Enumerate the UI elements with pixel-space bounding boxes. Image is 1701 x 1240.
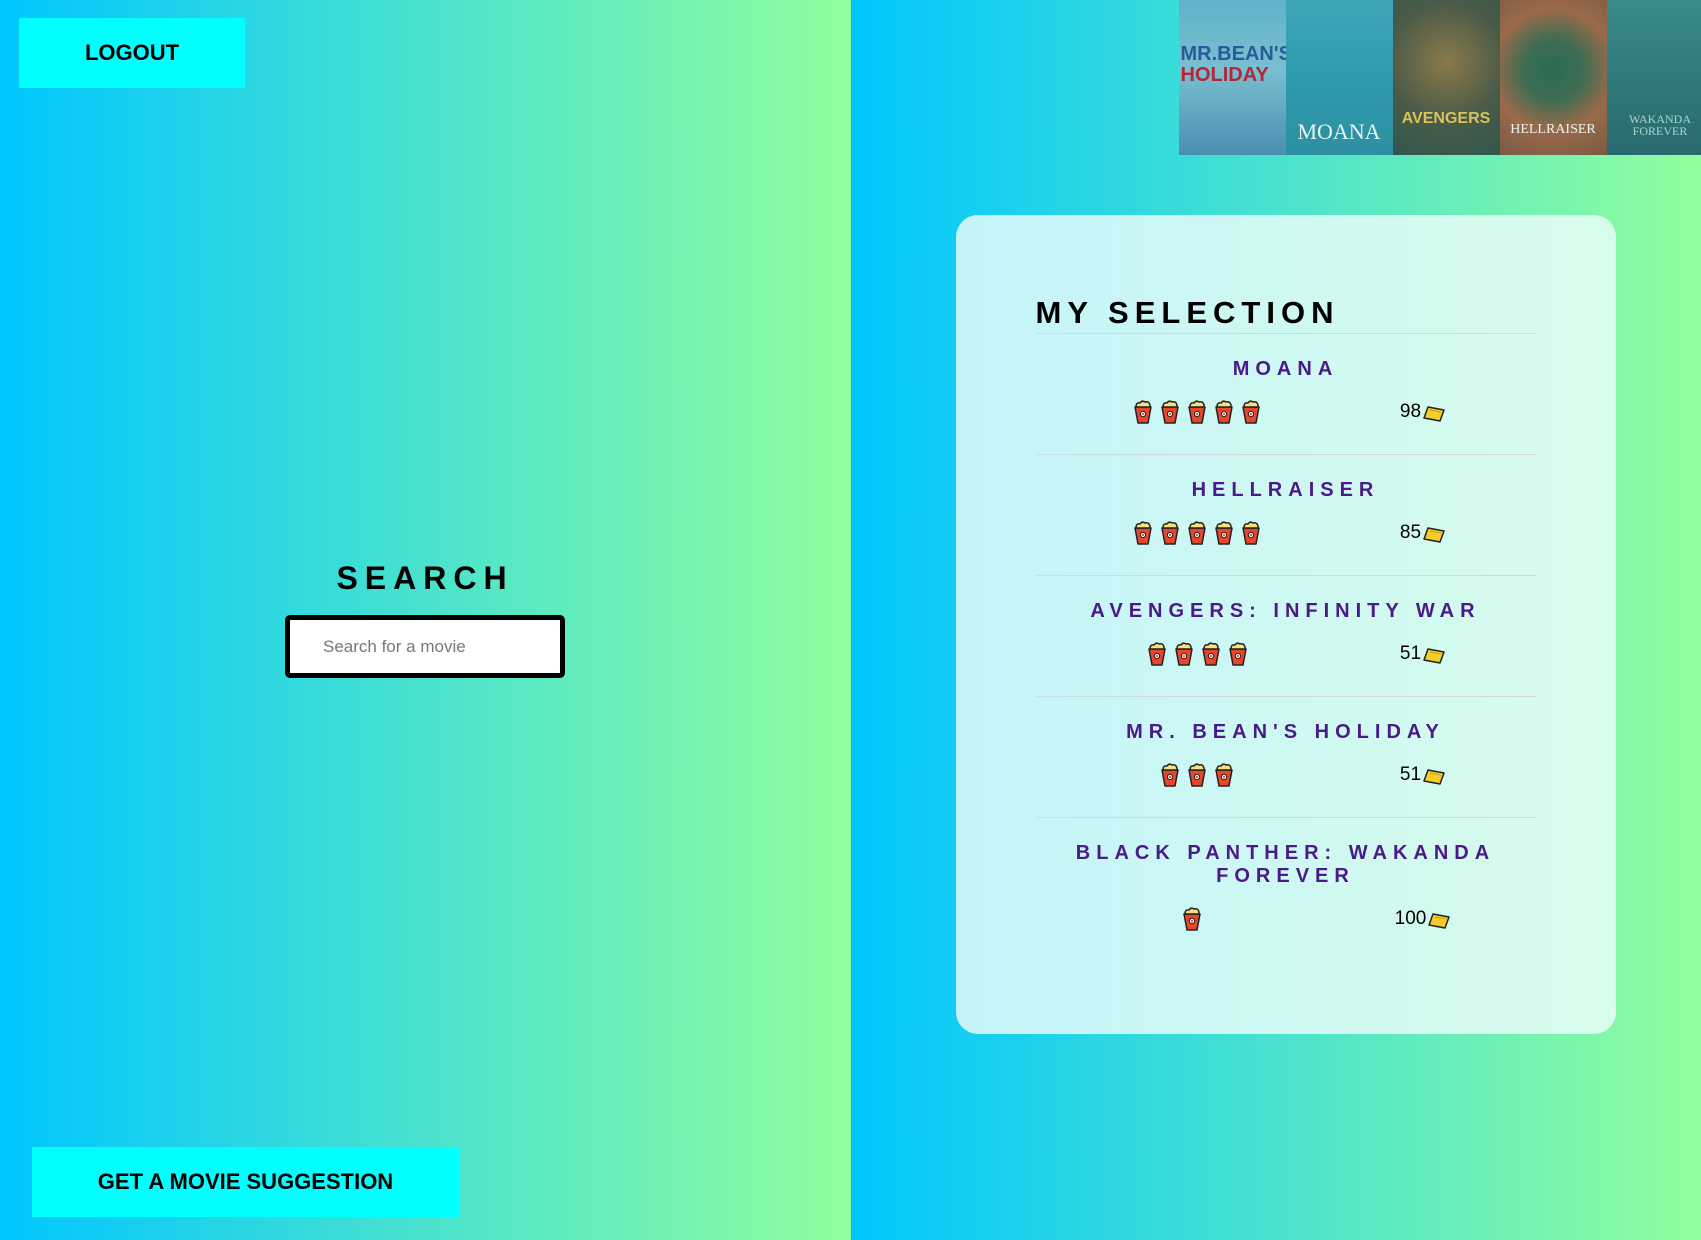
score-value: 51 (1399, 643, 1422, 664)
popcorn-icon (1160, 521, 1180, 545)
app-root: LOGOUT SEARCH GET A MOVIE SUGGESTION MR.… (0, 0, 1701, 1240)
popcorn-rating (1125, 642, 1270, 666)
poster-title: WAKANDA FOREVER (1629, 112, 1691, 138)
movie-meta-row: 85 (1036, 519, 1536, 547)
popcorn-icon (1174, 642, 1194, 666)
popcorn-icon (1214, 400, 1234, 424)
ticket-icon (1422, 768, 1446, 786)
poster-mr-beans-holiday[interactable]: MR.BEAN'S HOLIDAY (1178, 0, 1286, 155)
ticket-icon (1422, 526, 1446, 544)
poster-wakanda-forever[interactable]: WAKANDA FOREVER (1606, 0, 1701, 155)
search-section: SEARCH (285, 560, 565, 678)
movie-item[interactable]: MOANA 98 (1035, 334, 1536, 455)
movie-item[interactable]: BLACK PANTHER: WAKANDA FOREVER 100 (1036, 818, 1536, 933)
popcorn-icon (1241, 521, 1261, 545)
movie-item[interactable]: HELLRAISER 85 (1035, 455, 1536, 576)
score-value: 98 (1399, 401, 1422, 422)
ticket-icon (1422, 647, 1446, 665)
selection-pane: MR.BEAN'S HOLIDAY MOANA AVENGERS HELLRAI… (850, 0, 1701, 1240)
poster-hellraiser[interactable]: HELLRAISER (1499, 0, 1607, 155)
popcorn-rating (1125, 521, 1270, 545)
movie-item[interactable]: AVENGERS: INFINITY WAR 51 (1035, 576, 1536, 697)
search-pane: LOGOUT SEARCH GET A MOVIE SUGGESTION (0, 0, 851, 1240)
movie-meta-row: 100 (1036, 905, 1536, 933)
popcorn-icon (1133, 400, 1153, 424)
poster-title: MOANA (1297, 119, 1381, 144)
popcorn-icon (1147, 642, 1167, 666)
movie-title: BLACK PANTHER: WAKANDA FOREVER (1075, 842, 1496, 887)
popcorn-icon (1160, 763, 1180, 787)
popcorn-icon (1182, 907, 1202, 931)
movie-suggestion-button[interactable]: GET A MOVIE SUGGESTION (32, 1147, 459, 1217)
popcorn-icon (1187, 521, 1207, 545)
poster-title: HELLRAISER (1510, 122, 1596, 137)
popcorn-rating (1120, 907, 1265, 931)
poster-strip: MR.BEAN'S HOLIDAY MOANA AVENGERS HELLRAI… (1178, 0, 1701, 155)
movie-list: MOANA 98 HELLRAISER 85 AVENGERS: INFINITY WA… (1035, 334, 1536, 933)
movie-score: 51 (1400, 764, 1446, 786)
movie-title: HELLRAISER (1191, 479, 1380, 501)
poster-avengers[interactable]: AVENGERS (1392, 0, 1500, 155)
selection-card: MY SELECTION MOANA 98 HELLRAISER 85 AVENGERS… (955, 215, 1616, 1034)
movie-title: AVENGERS: INFINITY WAR (1090, 600, 1481, 622)
movie-meta-row: 98 (1036, 398, 1536, 426)
popcorn-icon (1241, 400, 1261, 424)
popcorn-icon (1201, 642, 1221, 666)
poster-title: MR.BEAN'S HOLIDAY (1180, 43, 1286, 86)
popcorn-icon (1160, 400, 1180, 424)
movie-meta-row: 51 (1036, 761, 1536, 789)
popcorn-rating (1125, 763, 1270, 787)
search-heading: SEARCH (336, 560, 514, 596)
score-value: 85 (1399, 522, 1422, 543)
popcorn-icon (1187, 400, 1207, 424)
movie-score: 100 (1395, 908, 1452, 930)
ticket-icon (1427, 912, 1451, 930)
movie-item[interactable]: MR. BEAN'S HOLIDAY 51 (1035, 697, 1536, 818)
popcorn-icon (1228, 642, 1248, 666)
movie-title: MOANA (1232, 358, 1339, 380)
movie-score: 98 (1400, 401, 1446, 423)
popcorn-icon (1214, 763, 1234, 787)
popcorn-icon (1133, 521, 1153, 545)
score-value: 51 (1399, 764, 1422, 785)
movie-meta-row: 51 (1036, 640, 1536, 668)
movie-title: MR. BEAN'S HOLIDAY (1126, 721, 1445, 743)
popcorn-icon (1214, 521, 1234, 545)
selection-title: MY SELECTION (1035, 295, 1536, 334)
poster-title: AVENGERS (1401, 110, 1491, 127)
movie-score: 85 (1400, 522, 1446, 544)
popcorn-rating (1125, 400, 1270, 424)
popcorn-icon (1187, 763, 1207, 787)
movie-score: 51 (1400, 643, 1446, 665)
score-value: 100 (1394, 908, 1427, 929)
search-input[interactable] (285, 615, 565, 678)
poster-moana[interactable]: MOANA (1285, 0, 1393, 155)
logout-button[interactable]: LOGOUT (19, 18, 245, 88)
ticket-icon (1422, 405, 1446, 423)
